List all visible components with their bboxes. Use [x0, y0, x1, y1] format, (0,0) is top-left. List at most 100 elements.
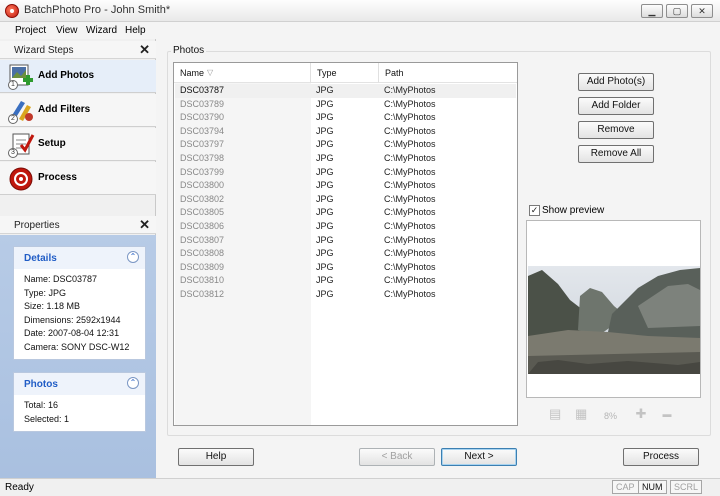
table-row[interactable]: DSC03812 JPG C:\MyPhotos	[175, 288, 516, 302]
back-button[interactable]: < Back	[359, 448, 435, 466]
cell-path: C:\MyPhotos	[384, 166, 436, 177]
column-header-path[interactable]: Path	[379, 63, 517, 83]
wizard-steps-header: Wizard Steps ✕	[0, 41, 156, 59]
close-properties-panel-icon[interactable]: ✕	[139, 217, 150, 233]
cell-type: JPG	[316, 248, 334, 259]
zoom-in-icon[interactable]: ✚	[635, 407, 647, 420]
detail-size: Size: 1.18 MB	[24, 301, 81, 312]
cell-type: JPG	[316, 112, 334, 123]
cell-name: DSC03802	[180, 193, 225, 204]
status-text: Ready	[5, 482, 34, 493]
cell-type: JPG	[316, 275, 334, 286]
table-row[interactable]: DSC03802 JPG C:\MyPhotos	[175, 193, 516, 207]
menu-project[interactable]: Project	[15, 25, 46, 36]
app-logo-icon	[5, 4, 19, 18]
cell-name: DSC03799	[180, 166, 225, 177]
cell-type: JPG	[316, 193, 334, 204]
table-row[interactable]: DSC03790 JPG C:\MyPhotos	[175, 111, 516, 125]
add-photos-button[interactable]: Add Photo(s)	[578, 73, 654, 91]
column-path-label: Path	[385, 68, 404, 78]
zoom-level: 8%	[604, 411, 618, 421]
table-row[interactable]: DSC03799 JPG C:\MyPhotos	[175, 166, 516, 180]
cell-path: C:\MyPhotos	[384, 153, 436, 163]
table-row[interactable]: DSC03797 JPG C:\MyPhotos	[175, 138, 516, 152]
menu-help[interactable]: Help	[125, 25, 146, 36]
remove-all-button[interactable]: Remove All	[578, 145, 654, 163]
caps-lock-indicator: CAP	[612, 480, 639, 494]
table-row[interactable]: DSC03800 JPG C:\MyPhotos	[175, 179, 516, 193]
maximize-button[interactable]: ▢	[666, 4, 688, 18]
table-row[interactable]: DSC03794 JPG C:\MyPhotos	[175, 125, 516, 139]
details-card-header[interactable]: Details ⌃	[14, 247, 145, 269]
help-button[interactable]: Help	[178, 448, 254, 466]
properties-header: Properties ✕	[0, 216, 156, 234]
cell-type: JPG	[316, 98, 334, 109]
menu-bar: Project View Wizard Help	[0, 22, 720, 39]
step-label: Process	[38, 172, 77, 183]
add-folder-button[interactable]: Add Folder	[578, 97, 654, 115]
table-row[interactable]: DSC03798 JPG C:\MyPhotos	[175, 152, 516, 166]
photo-preview	[526, 220, 701, 398]
close-wizard-panel-icon[interactable]: ✕	[139, 42, 150, 58]
sort-indicator-icon: ▽	[207, 68, 214, 77]
table-row[interactable]: DSC03787 JPG C:\MyPhotos	[175, 84, 516, 98]
column-header-name[interactable]: Name ▽	[174, 63, 311, 83]
step-number-2: 2	[8, 114, 18, 124]
detail-type: Type: JPG	[24, 287, 67, 298]
close-window-button[interactable]: ✕	[691, 4, 713, 18]
cell-name: DSC03812	[180, 289, 225, 299]
preview-image	[528, 266, 700, 374]
collapse-photos-icon[interactable]: ⌃	[127, 377, 139, 389]
cell-name: DSC03794	[180, 125, 225, 136]
next-button[interactable]: Next >	[441, 448, 517, 466]
cell-name: DSC03798	[180, 153, 225, 163]
window-title: BatchPhoto Pro - John Smith*	[24, 4, 171, 16]
zoom-out-icon[interactable]: ▬	[661, 408, 673, 420]
column-header-type[interactable]: Type	[311, 63, 379, 83]
menu-view[interactable]: View	[56, 25, 78, 36]
table-row[interactable]: DSC03789 JPG C:\MyPhotos	[175, 98, 516, 112]
fit-to-window-icon[interactable]: ▤	[549, 407, 561, 420]
photos-selected: Selected: 1	[24, 413, 70, 424]
detail-date: Date: 2007-08-04 12:31	[24, 328, 120, 339]
cell-path: C:\MyPhotos	[384, 221, 436, 231]
show-preview-checkbox[interactable]: ✓	[529, 205, 540, 216]
photos-card-title: Photos	[24, 379, 58, 390]
step-process[interactable]: Process	[0, 162, 156, 195]
cell-type: JPG	[316, 180, 334, 191]
step-number-3: 3	[8, 148, 18, 158]
add-photos-icon: 1	[7, 63, 35, 91]
cell-path: C:\MyPhotos	[384, 98, 436, 109]
cell-path: C:\MyPhotos	[384, 193, 436, 204]
actual-size-icon[interactable]: ▦	[575, 407, 587, 420]
menu-wizard[interactable]: Wizard	[86, 25, 117, 36]
cell-type: JPG	[316, 261, 334, 272]
cell-name: DSC03806	[180, 221, 225, 231]
photos-group-label: Photos	[171, 45, 207, 56]
step-setup[interactable]: 3 Setup	[0, 128, 156, 161]
detail-dimensions: Dimensions: 2592x1944	[24, 314, 121, 325]
table-row[interactable]: DSC03808 JPG C:\MyPhotos	[175, 247, 516, 261]
cell-type: JPG	[316, 234, 334, 245]
table-row[interactable]: DSC03805 JPG C:\MyPhotos	[175, 206, 516, 220]
photos-card-header[interactable]: Photos ⌃	[14, 373, 145, 395]
collapse-details-icon[interactable]: ⌃	[127, 251, 139, 263]
process-icon	[7, 165, 35, 193]
cell-type: JPG	[316, 85, 334, 95]
photo-list[interactable]: Name ▽ Type Path DSC03787 JPG C:\MyPhotos D…	[173, 62, 518, 426]
step-add-photos[interactable]: 1 Add Photos	[0, 60, 156, 93]
table-row[interactable]: DSC03806 JPG C:\MyPhotos	[175, 220, 516, 234]
table-row[interactable]: DSC03807 JPG C:\MyPhotos	[175, 234, 516, 248]
table-row[interactable]: DSC03810 JPG C:\MyPhotos	[175, 274, 516, 288]
cell-name: DSC03789	[180, 98, 225, 109]
cell-type: JPG	[316, 289, 334, 299]
table-row[interactable]: DSC03809 JPG C:\MyPhotos	[175, 261, 516, 275]
remove-button[interactable]: Remove	[578, 121, 654, 139]
minimize-button[interactable]: ▁	[641, 4, 663, 18]
step-add-filters[interactable]: 2 Add Filters	[0, 94, 156, 127]
status-bar: Ready CAP NUM SCRL	[0, 478, 720, 496]
process-button[interactable]: Process	[623, 448, 699, 466]
step-label: Add Filters	[38, 104, 91, 115]
cell-path: C:\MyPhotos	[384, 180, 436, 191]
detail-name: Name: DSC03787	[24, 274, 98, 284]
